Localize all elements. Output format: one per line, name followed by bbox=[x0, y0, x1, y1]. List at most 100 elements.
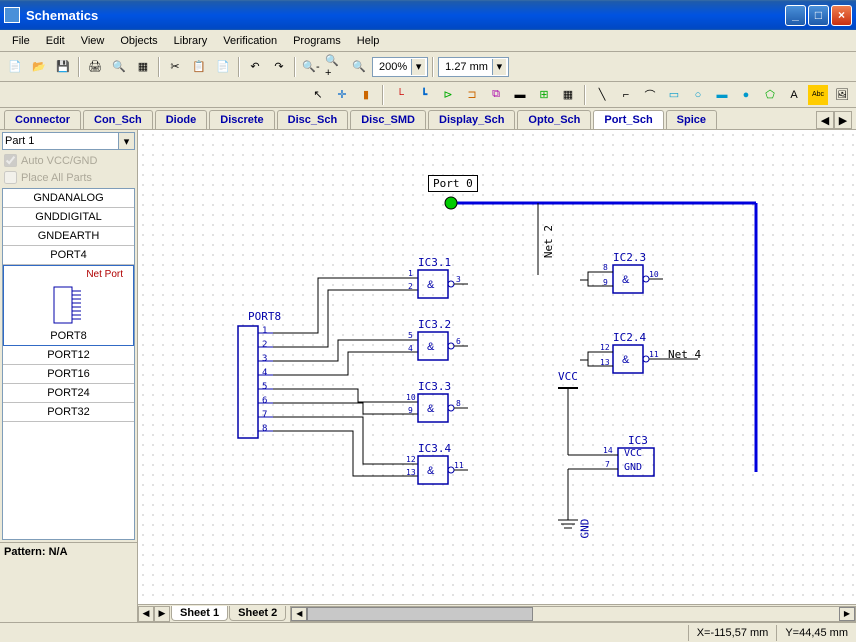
menu-programs[interactable]: Programs bbox=[285, 33, 349, 49]
redo-icon[interactable]: ↷ bbox=[268, 56, 290, 78]
app-icon bbox=[4, 7, 20, 23]
zoom-value: 200% bbox=[375, 61, 411, 73]
part-selector[interactable]: ▾ bbox=[2, 132, 135, 150]
status-bar: X=-115,57 mm Y=44,45 mm bbox=[0, 622, 856, 642]
polyline-icon[interactable]: ⌐ bbox=[616, 85, 636, 105]
schematic-drawing: & & & & & bbox=[138, 130, 856, 580]
grid-value: 1.27 mm bbox=[441, 61, 492, 73]
netport-icon[interactable]: ⊳ bbox=[438, 85, 458, 105]
part-port8-label: PORT8 bbox=[10, 330, 127, 342]
sheet-tab-1[interactable]: Sheet 1 bbox=[171, 606, 228, 621]
save-icon[interactable]: 💾 bbox=[52, 56, 74, 78]
paste-icon[interactable]: 📄 bbox=[212, 56, 234, 78]
tab-disc-sch[interactable]: Disc_Sch bbox=[277, 110, 349, 129]
rect-icon[interactable]: ▭ bbox=[664, 85, 684, 105]
scroll-right-icon[interactable]: ▶ bbox=[839, 607, 855, 621]
netport-label: Net Port bbox=[10, 269, 127, 280]
open-icon[interactable]: 📂 bbox=[28, 56, 50, 78]
part-port16[interactable]: PORT16 bbox=[3, 365, 134, 384]
scroll-left-icon[interactable]: ◀ bbox=[291, 607, 307, 621]
polygon-icon[interactable]: ⬠ bbox=[760, 85, 780, 105]
ellipse-icon[interactable]: ○ bbox=[688, 85, 708, 105]
part-gndearth[interactable]: GNDEARTH bbox=[3, 227, 134, 246]
zoom-window-icon[interactable]: 🔍 bbox=[348, 56, 370, 78]
menu-bar: File Edit View Objects Library Verificat… bbox=[0, 30, 856, 52]
arc-icon[interactable]: ⌒ bbox=[640, 85, 660, 105]
cut-icon[interactable]: ✂ bbox=[164, 56, 186, 78]
sheet-tab-2[interactable]: Sheet 2 bbox=[229, 606, 286, 621]
port8-label: PORT8 bbox=[248, 310, 281, 323]
ic3-gnd: GND bbox=[624, 462, 642, 473]
part-selector-input[interactable] bbox=[2, 132, 119, 150]
part-port8-selected[interactable]: Net Port PORT8 bbox=[3, 265, 134, 346]
line-icon[interactable]: ╲ bbox=[592, 85, 612, 105]
bus-icon[interactable]: ┗ bbox=[414, 85, 434, 105]
scroll-thumb[interactable] bbox=[307, 607, 532, 621]
tab-display-sch[interactable]: Display_Sch bbox=[428, 110, 515, 129]
tab-port-sch[interactable]: Port_Sch bbox=[593, 110, 663, 129]
sheet-nav-next[interactable]: ▶ bbox=[154, 606, 170, 622]
menu-view[interactable]: View bbox=[73, 33, 113, 49]
chevron-down-icon[interactable]: ▾ bbox=[411, 59, 425, 75]
pointer-icon[interactable]: ↖ bbox=[308, 85, 328, 105]
sheet-tabs-row: ◀ ▶ Sheet 1 Sheet 2 ◀ ▶ bbox=[138, 604, 856, 622]
menu-verification[interactable]: Verification bbox=[215, 33, 285, 49]
new-icon[interactable]: 📄 bbox=[4, 56, 26, 78]
filled-rect-icon[interactable]: ▬ bbox=[712, 85, 732, 105]
text-icon[interactable]: A bbox=[784, 85, 804, 105]
tab-prev-icon[interactable]: ◀ bbox=[816, 111, 834, 129]
undo-icon[interactable]: ↶ bbox=[244, 56, 266, 78]
wire-icon[interactable]: └ bbox=[390, 85, 410, 105]
tab-diode[interactable]: Diode bbox=[155, 110, 208, 129]
menu-objects[interactable]: Objects bbox=[112, 33, 165, 49]
menu-help[interactable]: Help bbox=[349, 33, 388, 49]
chevron-down-icon[interactable]: ▾ bbox=[492, 59, 506, 75]
grid-combo[interactable]: 1.27 mm ▾ bbox=[438, 57, 509, 77]
sheet-nav-prev[interactable]: ◀ bbox=[138, 606, 154, 622]
copy-icon[interactable]: 📋 bbox=[188, 56, 210, 78]
close-button[interactable]: × bbox=[831, 5, 852, 26]
print-icon[interactable]: 🖨 bbox=[84, 56, 106, 78]
preview-icon[interactable]: 🔍 bbox=[108, 56, 130, 78]
tab-spice[interactable]: Spice bbox=[666, 110, 717, 129]
port8-preview bbox=[10, 280, 127, 330]
filled-ellipse-icon[interactable]: ● bbox=[736, 85, 756, 105]
image-icon[interactable]: 🖼 bbox=[832, 85, 852, 105]
part-port32[interactable]: PORT32 bbox=[3, 403, 134, 422]
part-port12[interactable]: PORT12 bbox=[3, 346, 134, 365]
schematic-canvas[interactable]: & & & & & bbox=[138, 130, 856, 604]
part-gndanalog[interactable]: GNDANALOG bbox=[3, 189, 134, 208]
zoom-combo[interactable]: 200% ▾ bbox=[372, 57, 428, 77]
tab-connector[interactable]: Connector bbox=[4, 110, 81, 129]
tab-disc-smd[interactable]: Disc_SMD bbox=[350, 110, 426, 129]
part-port24[interactable]: PORT24 bbox=[3, 384, 134, 403]
tab-discrete[interactable]: Discrete bbox=[209, 110, 274, 129]
tab-next-icon[interactable]: ▶ bbox=[834, 111, 852, 129]
zoom-in-icon[interactable]: 🔍+ bbox=[324, 56, 346, 78]
menu-edit[interactable]: Edit bbox=[38, 33, 73, 49]
tab-con-sch[interactable]: Con_Sch bbox=[83, 110, 153, 129]
category-tabs: Connector Con_Sch Diode Discrete Disc_Sc… bbox=[0, 108, 856, 130]
maximize-button[interactable]: □ bbox=[808, 5, 829, 26]
titleblock-icon[interactable]: ▦ bbox=[132, 56, 154, 78]
tab-opto-sch[interactable]: Opto_Sch bbox=[517, 110, 591, 129]
chevron-down-icon[interactable]: ▾ bbox=[119, 132, 135, 150]
hierarchy-icon[interactable]: ⊞ bbox=[534, 85, 554, 105]
zoom-out-icon[interactable]: 🔍- bbox=[300, 56, 322, 78]
port0-label: Port 0 bbox=[428, 175, 478, 192]
ic33-label: IC3.3 bbox=[418, 380, 451, 393]
block-icon[interactable]: ▬ bbox=[510, 85, 530, 105]
crosshair-icon[interactable]: ✛ bbox=[332, 85, 352, 105]
menu-file[interactable]: File bbox=[4, 33, 38, 49]
busport-icon[interactable]: ⊐ bbox=[462, 85, 482, 105]
minimize-button[interactable]: _ bbox=[785, 5, 806, 26]
menu-library[interactable]: Library bbox=[166, 33, 216, 49]
component-icon[interactable]: ▮ bbox=[356, 85, 376, 105]
part-icon[interactable]: ⧉ bbox=[486, 85, 506, 105]
part-gnddigital[interactable]: GNDDIGITAL bbox=[3, 208, 134, 227]
table-icon[interactable]: ▦ bbox=[558, 85, 578, 105]
horizontal-scrollbar[interactable]: ◀ ▶ bbox=[290, 606, 856, 622]
label-icon[interactable]: Abc bbox=[808, 85, 828, 105]
parts-list[interactable]: GNDANALOG GNDDIGITAL GNDEARTH PORT4 Net … bbox=[2, 188, 135, 540]
part-port4[interactable]: PORT4 bbox=[3, 246, 134, 265]
